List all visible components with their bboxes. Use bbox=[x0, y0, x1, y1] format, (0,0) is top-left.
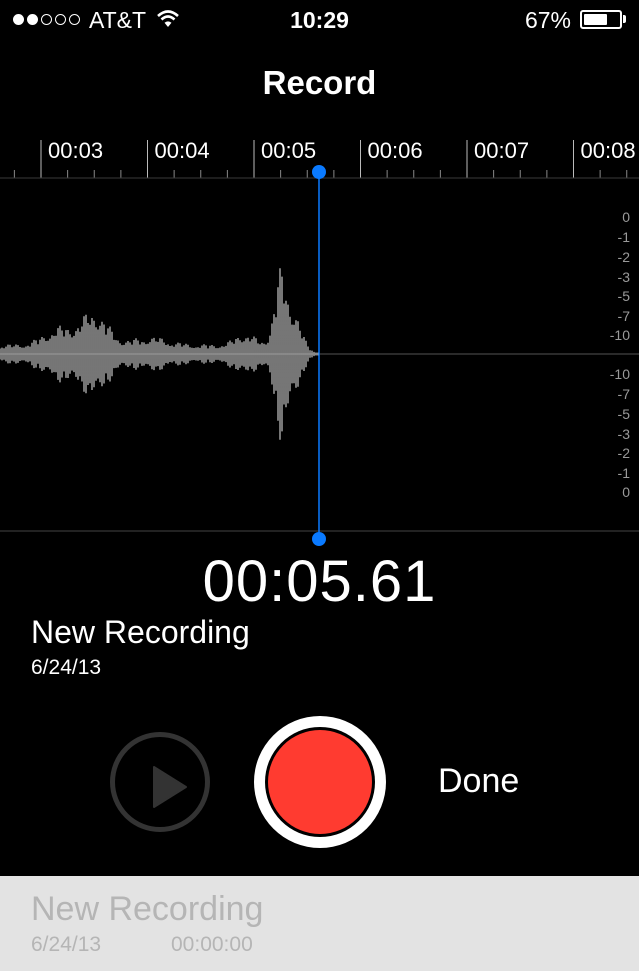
recording-name[interactable]: New Recording bbox=[31, 614, 250, 651]
level-scale-label: 0 bbox=[622, 484, 630, 500]
timeline-tick-label: 00:08 bbox=[581, 138, 636, 163]
level-scale-label: -1 bbox=[618, 229, 631, 245]
record-icon bbox=[268, 730, 372, 834]
playhead-bottom-handle[interactable] bbox=[312, 532, 326, 546]
play-icon bbox=[153, 766, 187, 808]
level-scale-label: -3 bbox=[618, 426, 631, 442]
done-button[interactable]: Done bbox=[438, 762, 519, 801]
timeline-tick-label: 00:03 bbox=[48, 138, 103, 163]
level-scale-label: -10 bbox=[610, 327, 630, 343]
level-scale-label: -10 bbox=[610, 366, 630, 382]
level-scale-label: -2 bbox=[618, 445, 631, 461]
record-button[interactable] bbox=[254, 716, 386, 848]
timeline-tick-label: 00:06 bbox=[368, 138, 423, 163]
status-bar: AT&T 10:29 67% bbox=[0, 0, 639, 40]
battery-icon bbox=[580, 10, 622, 29]
play-button[interactable] bbox=[110, 732, 210, 832]
battery-terminal bbox=[623, 15, 626, 23]
page-title: Record bbox=[262, 64, 377, 101]
elapsed-time: 00:05.61 bbox=[202, 549, 437, 614]
level-scale-label: -5 bbox=[618, 406, 631, 422]
record-ring bbox=[265, 727, 375, 837]
list-item-duration: 00:00:00 bbox=[171, 933, 253, 956]
list-item-name: New Recording bbox=[31, 890, 264, 928]
battery-percent: 67% bbox=[524, 7, 571, 33]
timeline-tick-label: 00:07 bbox=[474, 138, 529, 163]
waveform-view[interactable]: 200:0300:0400:0500:0600:0700:08 0-1-2-3-… bbox=[0, 130, 639, 550]
timeline-tick-label: 00:04 bbox=[155, 138, 210, 163]
playhead-top-handle[interactable] bbox=[312, 165, 326, 179]
level-scale-label: -3 bbox=[618, 269, 631, 285]
level-scale-label: -2 bbox=[618, 249, 631, 265]
list-item-date: 6/24/13 bbox=[31, 933, 102, 956]
level-scale-label: 0 bbox=[622, 209, 630, 225]
level-scale-label: -5 bbox=[618, 288, 631, 304]
timeline-tick-label: 00:05 bbox=[261, 138, 316, 163]
level-scale-label: -7 bbox=[618, 308, 631, 324]
level-scale-label: -7 bbox=[618, 386, 631, 402]
level-scale-label: -1 bbox=[618, 465, 631, 481]
recording-date: 6/24/13 bbox=[31, 656, 102, 679]
list-item[interactable]: New Recording 6/24/13 00:00:00 bbox=[0, 876, 639, 971]
